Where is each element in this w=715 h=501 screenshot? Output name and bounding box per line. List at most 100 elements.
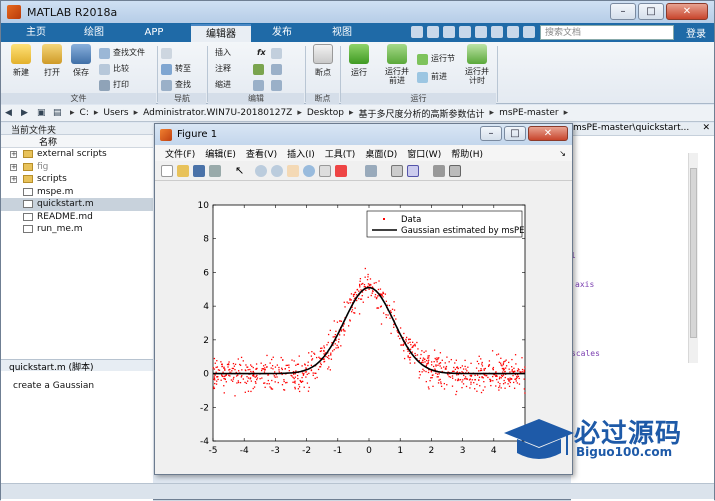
quick-copy-icon[interactable]: [443, 26, 455, 38]
search-docs-input[interactable]: 搜索文档: [540, 25, 674, 40]
breadcrumb-item[interactable]: Administrator.WIN7U-20180127Z: [143, 108, 292, 118]
scrollbar-thumb[interactable]: [690, 168, 697, 338]
minimize-button[interactable]: –: [610, 3, 636, 20]
find-files-button[interactable]: 查找文件: [99, 46, 145, 60]
up-folder-icon[interactable]: ▣: [37, 108, 49, 119]
list-item[interactable]: + scripts: [1, 173, 153, 186]
breadcrumb-item[interactable]: msPE-master: [499, 108, 559, 118]
list-item[interactable]: README.md: [1, 211, 153, 224]
help-icon[interactable]: [523, 26, 535, 38]
run-and-advance-button[interactable]: 运行并 前进: [379, 44, 415, 85]
maximize-button[interactable]: □: [638, 3, 664, 20]
open-button[interactable]: 打开: [38, 44, 66, 78]
quick-undo-icon[interactable]: [475, 26, 487, 38]
goto-button[interactable]: 转至: [161, 62, 191, 76]
insert-button[interactable]: 插入: [211, 46, 231, 60]
list-item[interactable]: + fig: [1, 161, 153, 174]
expand-icon[interactable]: +: [10, 151, 17, 158]
list-item[interactable]: mspe.m: [1, 186, 153, 199]
insert-section-button[interactable]: [271, 46, 285, 60]
data-point: [389, 317, 391, 319]
menu-tools[interactable]: 工具(T): [325, 147, 356, 160]
menu-window[interactable]: 窗口(W): [407, 147, 441, 160]
data-cursor-icon[interactable]: [319, 165, 331, 177]
indent-right-button[interactable]: [271, 78, 285, 92]
breadcrumb-item[interactable]: Users: [103, 108, 128, 118]
expand-icon[interactable]: +: [10, 176, 17, 183]
list-item[interactable]: quickstart.m: [1, 198, 153, 211]
tab-view[interactable]: 视图: [317, 24, 367, 42]
pan-hand-icon[interactable]: [287, 165, 299, 177]
menu-insert[interactable]: 插入(I): [287, 147, 315, 160]
figure-close-button[interactable]: ✕: [528, 126, 568, 141]
quick-redo-icon[interactable]: [491, 26, 503, 38]
back-icon[interactable]: ◀: [5, 108, 17, 119]
list-item[interactable]: run_me.m: [1, 223, 153, 236]
menu-view[interactable]: 查看(V): [246, 147, 277, 160]
quick-cut-icon[interactable]: [427, 26, 439, 38]
name-column-header[interactable]: 名称: [1, 135, 153, 148]
show-plot-tools-icon[interactable]: [449, 165, 461, 177]
menu-edit[interactable]: 编辑(E): [205, 147, 236, 160]
zoom-in-icon[interactable]: [255, 165, 267, 177]
browse-folder-icon[interactable]: ▤: [53, 108, 65, 119]
pointer-icon[interactable]: ↖: [235, 165, 247, 177]
figure-minimize-button[interactable]: –: [480, 126, 502, 141]
forward-icon[interactable]: ▶: [21, 108, 33, 119]
menu-file[interactable]: 文件(F): [165, 147, 195, 160]
editor-path: msPE-master\quickstart... ✕: [571, 123, 714, 136]
tab-home[interactable]: 主页: [15, 24, 57, 42]
run-button[interactable]: 运行: [345, 44, 373, 78]
quick-switch-icon[interactable]: [507, 26, 519, 38]
fx-icon[interactable]: fx: [253, 46, 266, 60]
quick-save-icon[interactable]: [411, 26, 423, 38]
run-and-time-button[interactable]: 运行并 计时: [461, 44, 493, 85]
compare-button[interactable]: 比较: [99, 62, 129, 76]
run-section-button[interactable]: 运行节: [417, 52, 455, 66]
x-tick-label: 1: [397, 446, 403, 456]
indent-left-button[interactable]: [253, 78, 267, 92]
figure-maximize-button[interactable]: □: [504, 126, 526, 141]
advance-button[interactable]: 前进: [417, 70, 447, 84]
breadcrumb-item[interactable]: 基于多尺度分析的高斯参数估计: [359, 107, 485, 120]
print-button[interactable]: 打印: [99, 78, 129, 92]
back-forward-nav[interactable]: [161, 46, 175, 60]
zoom-out-icon[interactable]: [271, 165, 283, 177]
list-item[interactable]: + external scripts: [1, 148, 153, 161]
tab-publish[interactable]: 发布: [257, 24, 307, 42]
comment-button[interactable]: 注释: [211, 62, 231, 76]
open-file-icon[interactable]: [177, 165, 189, 177]
legend-icon[interactable]: [407, 165, 419, 177]
menu-help[interactable]: 帮助(H): [451, 147, 483, 160]
link-plot-icon[interactable]: [365, 165, 377, 177]
rotate-3d-icon[interactable]: [303, 165, 315, 177]
editor-scrollbar[interactable]: [688, 153, 698, 363]
dock-arrow-icon[interactable]: ↘: [559, 149, 566, 158]
breadcrumb-item[interactable]: C:: [80, 108, 89, 118]
print-figure-icon[interactable]: [209, 165, 221, 177]
find-button[interactable]: 查找: [161, 78, 191, 92]
colorbar-icon[interactable]: [391, 165, 403, 177]
comment-wrap-button[interactable]: [271, 62, 285, 76]
tab-editor[interactable]: 编辑器: [191, 24, 251, 42]
quick-paste-icon[interactable]: [459, 26, 471, 38]
data-point: [418, 377, 420, 379]
new-figure-icon[interactable]: [161, 165, 173, 177]
breakpoints-button[interactable]: 断点: [309, 44, 337, 78]
hide-plot-tools-icon[interactable]: [433, 165, 445, 177]
tab-plots[interactable]: 绘图: [73, 24, 115, 42]
brush-icon[interactable]: [335, 165, 347, 177]
comment-add-button[interactable]: [253, 62, 267, 76]
expand-icon[interactable]: +: [10, 163, 17, 171]
new-button[interactable]: 新建: [7, 44, 35, 78]
menu-desktop[interactable]: 桌面(D): [365, 147, 397, 160]
indent-button[interactable]: 缩进: [211, 78, 231, 92]
login-link[interactable]: 登录: [686, 25, 706, 40]
breadcrumb-item[interactable]: Desktop: [307, 108, 344, 118]
close-icon[interactable]: ✕: [702, 123, 710, 133]
close-button[interactable]: ✕: [666, 3, 708, 20]
save-figure-icon[interactable]: [193, 165, 205, 177]
data-point: [381, 293, 383, 295]
tab-apps[interactable]: APP: [133, 24, 175, 42]
save-button[interactable]: 保存: [67, 44, 95, 78]
